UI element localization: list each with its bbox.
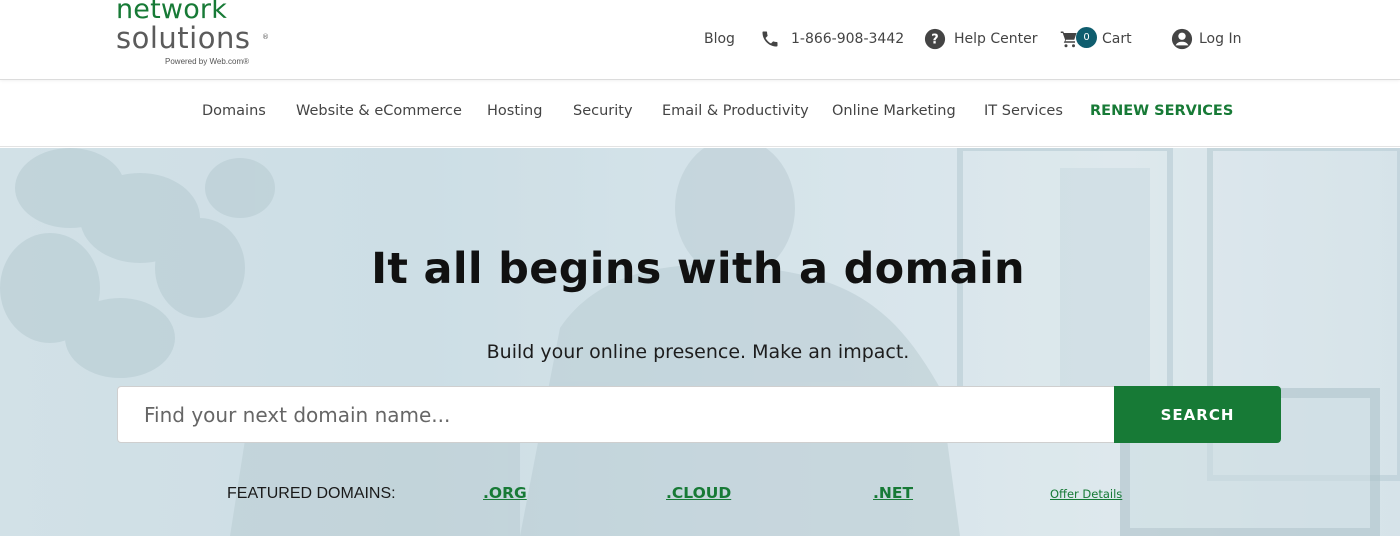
blog-link[interactable]: Blog (704, 27, 735, 51)
featured-domain-net[interactable]: .NET (873, 484, 913, 502)
nav-item-domains[interactable]: Domains (202, 103, 266, 119)
help-center-link[interactable]: ? Help Center (924, 27, 1038, 51)
nav-item-it-services[interactable]: IT Services (984, 103, 1063, 119)
phone-number: 1-866-908-3442 (791, 31, 905, 47)
hero-title: It all begins with a domain (371, 244, 1025, 294)
help-center-label: Help Center (954, 31, 1038, 47)
login-label: Log In (1199, 31, 1242, 47)
domain-search-input[interactable] (117, 386, 1115, 443)
network-solutions-logo[interactable]: network solutions ® Powered by Web.com® (116, 0, 286, 74)
blog-link-label: Blog (704, 31, 735, 47)
nav-item-website-ecommerce[interactable]: Website & eCommerce (296, 103, 462, 119)
phone-icon (760, 29, 780, 49)
nav-item-online-marketing[interactable]: Online Marketing (832, 103, 956, 119)
cart-link[interactable]: 0 Cart (1060, 26, 1132, 51)
phone-link[interactable]: 1-866-908-3442 (760, 27, 904, 51)
nav-item-hosting[interactable]: Hosting (487, 103, 542, 119)
logo-line-2: solutions (116, 21, 251, 55)
site-header: network solutions ® Powered by Web.com® … (0, 0, 1400, 80)
logo-powered-by: Powered by Web.com® (165, 57, 250, 66)
featured-domain-org[interactable]: .ORG (483, 484, 527, 502)
featured-domain-cloud[interactable]: .CLOUD (666, 484, 731, 502)
question-circle-icon: ? (924, 28, 946, 50)
cart-count-badge: 0 (1076, 26, 1097, 48)
cart-label: Cart (1102, 31, 1132, 47)
main-navigation: Domains Website & eCommerce Hosting Secu… (0, 81, 1400, 147)
offer-details-link[interactable]: Offer Details (1050, 487, 1122, 501)
featured-domains-label: FEATURED DOMAINS: (227, 485, 396, 502)
login-link[interactable]: Log In (1171, 27, 1241, 51)
hero-section: It all begins with a domain Build your o… (0, 148, 1400, 536)
logo-registered-mark: ® (262, 33, 269, 41)
nav-item-renew-services[interactable]: RENEW SERVICES (1090, 103, 1233, 119)
search-button[interactable]: SEARCH (1114, 386, 1281, 443)
nav-item-email-productivity[interactable]: Email & Productivity (662, 103, 809, 119)
nav-item-security[interactable]: Security (573, 103, 633, 119)
svg-text:?: ? (931, 33, 938, 48)
user-circle-icon (1171, 28, 1193, 50)
hero-subtitle: Build your online presence. Make an impa… (486, 341, 910, 363)
